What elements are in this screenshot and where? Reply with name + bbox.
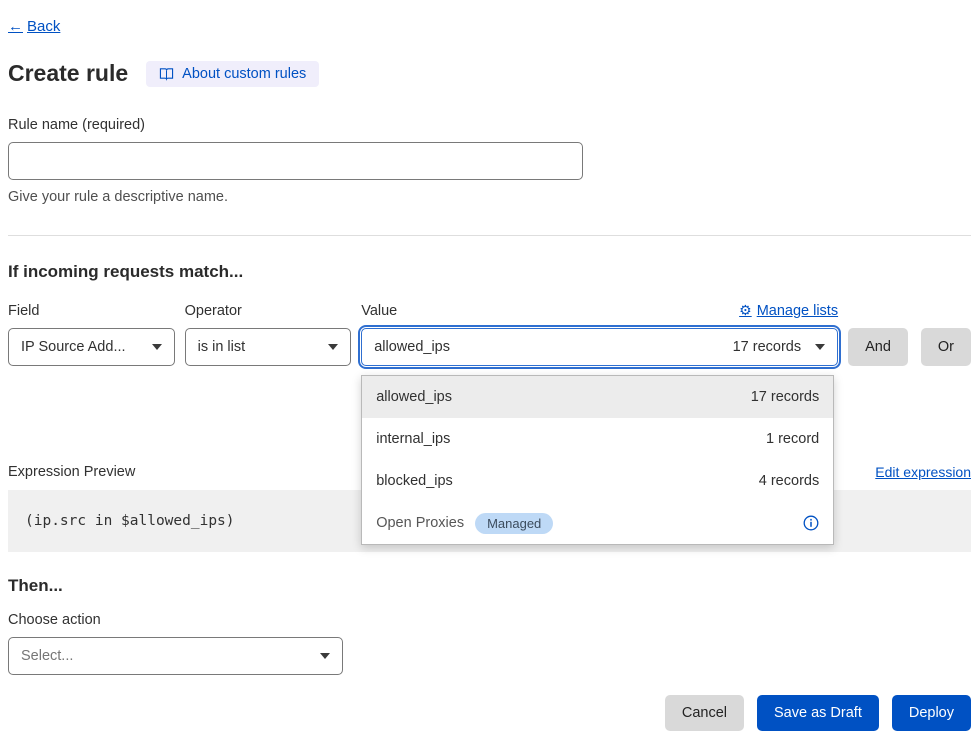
save-as-draft-button[interactable]: Save as Draft (757, 695, 879, 731)
chevron-down-icon (320, 653, 330, 659)
field-select-value: IP Source Add... (21, 339, 126, 355)
list-option-name: internal_ips (376, 431, 450, 447)
list-option-open-proxies[interactable]: Open Proxies Managed (362, 502, 833, 544)
value-select-records: 17 records (733, 339, 802, 355)
operator-select[interactable]: is in list (185, 328, 352, 366)
list-option-internal-ips[interactable]: internal_ips 1 record (362, 418, 833, 460)
expression-preview-label: Expression Preview (8, 464, 135, 480)
manage-lists-label: Manage lists (757, 303, 838, 319)
operator-label: Operator (185, 303, 352, 319)
list-option-allowed-ips[interactable]: allowed_ips 17 records (362, 376, 833, 418)
or-button[interactable]: Or (921, 328, 971, 366)
value-column: Value ⚙ Manage lists allowed_ips 17 reco… (361, 302, 838, 366)
section-divider (8, 235, 971, 236)
expression-code: (ip.src in $allowed_ips) (25, 513, 235, 529)
back-link[interactable]: ← Back (8, 18, 60, 35)
list-option-name: blocked_ips (376, 473, 453, 489)
action-select-placeholder: Select... (21, 648, 73, 664)
about-custom-rules-label: About custom rules (182, 66, 306, 82)
list-option-name: Open Proxies (376, 515, 464, 531)
info-icon[interactable] (803, 515, 819, 531)
about-custom-rules-link[interactable]: About custom rules (146, 61, 319, 87)
manage-lists-link[interactable]: ⚙ Manage lists (739, 302, 838, 319)
and-button[interactable]: And (848, 328, 908, 366)
field-column: Field IP Source Add... (8, 303, 175, 366)
cancel-button[interactable]: Cancel (665, 695, 744, 731)
then-heading: Then... (8, 576, 971, 596)
create-rule-page: ← Back Create rule About custom rules Ru… (0, 0, 979, 731)
choose-action-label: Choose action (8, 612, 971, 628)
rule-name-label: Rule name (required) (8, 117, 971, 133)
operator-select-value: is in list (198, 339, 246, 355)
chevron-down-icon (328, 344, 338, 350)
chevron-down-icon (815, 344, 825, 350)
back-arrow-icon: ← (8, 18, 23, 35)
edit-expression-link[interactable]: Edit expression (875, 464, 971, 480)
title-row: Create rule About custom rules (8, 60, 971, 87)
value-header: Value ⚙ Manage lists (361, 302, 838, 319)
footer-actions: Cancel Save as Draft Deploy (8, 695, 971, 731)
operator-column: Operator is in list (185, 303, 352, 366)
back-label: Back (27, 18, 60, 35)
chevron-down-icon (152, 344, 162, 350)
list-option-records: 1 record (766, 431, 819, 447)
gear-icon: ⚙ (739, 302, 752, 319)
match-heading: If incoming requests match... (8, 262, 971, 282)
field-label: Field (8, 303, 175, 319)
rule-name-input[interactable] (8, 142, 583, 180)
book-icon (159, 67, 174, 81)
match-condition-row: Field IP Source Add... Operator is in li… (8, 302, 971, 366)
field-select[interactable]: IP Source Add... (8, 328, 175, 366)
page-title: Create rule (8, 60, 128, 87)
list-option-records: 4 records (759, 473, 819, 489)
list-option-records: 17 records (751, 389, 820, 405)
action-select[interactable]: Select... (8, 637, 343, 675)
value-label: Value (361, 303, 397, 319)
value-select-value: allowed_ips (374, 339, 450, 355)
list-option-blocked-ips[interactable]: blocked_ips 4 records (362, 460, 833, 502)
rule-name-helper: Give your rule a descriptive name. (8, 189, 971, 205)
managed-badge: Managed (475, 513, 553, 534)
value-select[interactable]: allowed_ips 17 records (361, 328, 838, 366)
deploy-button[interactable]: Deploy (892, 695, 971, 731)
list-option-name: allowed_ips (376, 389, 452, 405)
lists-dropdown-menu: allowed_ips 17 records internal_ips 1 re… (361, 375, 834, 545)
